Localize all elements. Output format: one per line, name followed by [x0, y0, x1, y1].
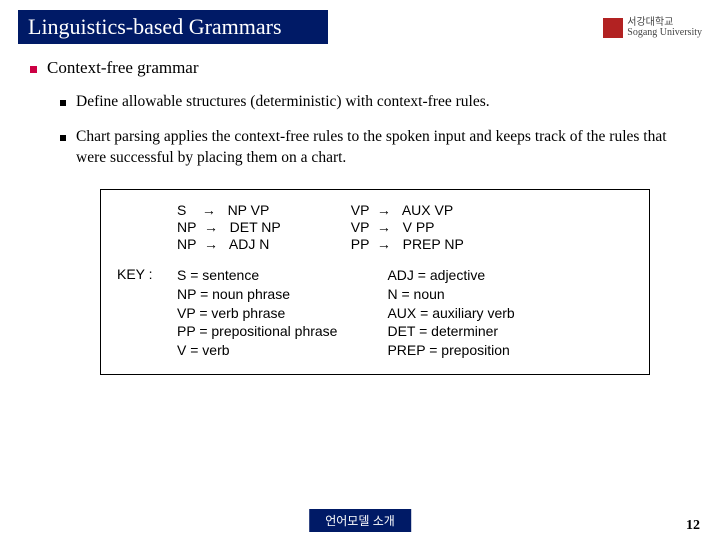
key-section: KEY : S = sentence NP = noun phrase VP =… — [117, 266, 633, 360]
university-logo: 서강대학교 Sogang University — [603, 18, 702, 38]
key-col-right: ADJ = adjective N = noun AUX = auxiliary… — [387, 266, 514, 360]
main-heading: Context-free grammar — [47, 58, 199, 78]
key-item: N = noun — [387, 285, 514, 304]
grammar-rules: S → NP VP NP → DET NP NP → ADJ N VP → AU… — [177, 202, 633, 252]
rule: VP → V PP — [351, 219, 464, 235]
key-item: S = sentence — [177, 266, 337, 285]
rule: PP → PREP NP — [351, 236, 464, 252]
main-bullet: Context-free grammar — [30, 58, 690, 78]
key-item: V = verb — [177, 341, 337, 360]
logo-text: 서강대학교 Sogang University — [627, 18, 702, 38]
key-item: DET = determiner — [387, 322, 514, 341]
sub-bullet: Chart parsing applies the context-free r… — [60, 127, 690, 169]
grammar-col-left: S → NP VP NP → DET NP NP → ADJ N — [177, 202, 281, 252]
sub-text: Chart parsing applies the context-free r… — [76, 127, 690, 169]
page-number: 12 — [686, 518, 700, 534]
sub-bullet: Define allowable structures (determinist… — [60, 92, 690, 113]
key-item: PP = prepositional phrase — [177, 322, 337, 341]
key-col-left: S = sentence NP = noun phrase VP = verb … — [177, 266, 337, 360]
bullet-icon — [60, 100, 66, 106]
content-area: Context-free grammar Define allowable st… — [0, 44, 720, 375]
logo-mark-icon — [603, 18, 623, 38]
key-item: AUX = auxiliary verb — [387, 304, 514, 323]
rule: VP → AUX VP — [351, 202, 464, 218]
key-label: KEY : — [117, 266, 167, 360]
sub-text: Define allowable structures (determinist… — [76, 92, 490, 113]
rule: NP → DET NP — [177, 219, 281, 235]
footer-label: 언어모델 소개 — [309, 509, 411, 532]
key-item: VP = verb phrase — [177, 304, 337, 323]
key-item: PREP = preposition — [387, 341, 514, 360]
sub-bullets: Define allowable structures (determinist… — [60, 92, 690, 169]
key-item: NP = noun phrase — [177, 285, 337, 304]
bullet-icon — [60, 135, 66, 141]
bullet-icon — [30, 66, 37, 73]
grammar-box: S → NP VP NP → DET NP NP → ADJ N VP → AU… — [100, 189, 650, 375]
grammar-col-right: VP → AUX VP VP → V PP PP → PREP NP — [351, 202, 464, 252]
slide-title: Linguistics-based Grammars — [18, 10, 328, 44]
key-item: ADJ = adjective — [387, 266, 514, 285]
rule: NP → ADJ N — [177, 236, 281, 252]
rule: S → NP VP — [177, 202, 281, 218]
